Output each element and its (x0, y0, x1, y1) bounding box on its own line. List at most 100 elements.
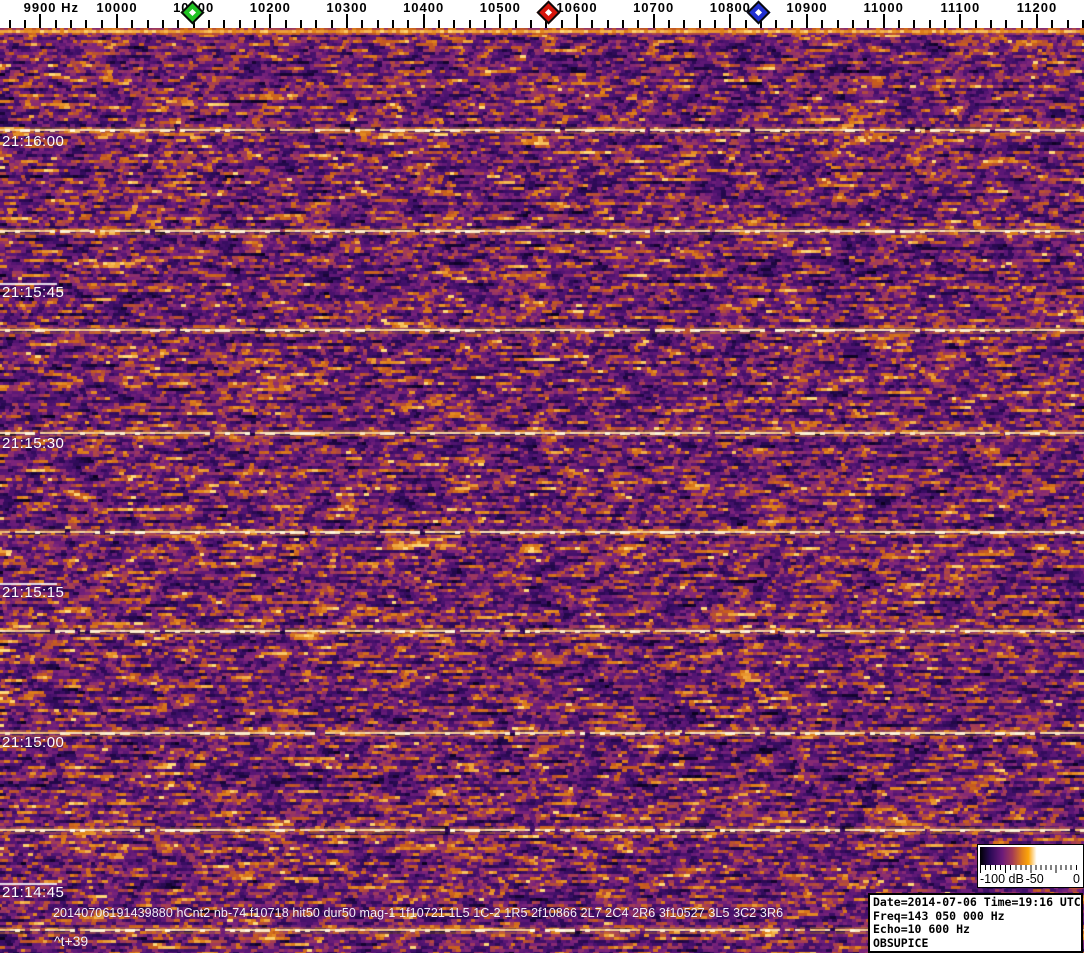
freq-minor-tick (606, 20, 609, 28)
freq-minor-tick (85, 20, 88, 28)
freq-major-tick (576, 14, 578, 28)
freq-minor-tick (254, 20, 256, 28)
freq-label: 9900 Hz (23, 0, 80, 15)
spectrogram-window: 21:16:00 21:15:45 21:15:30 21:15:15 21:15:00… (0, 0, 1084, 953)
colorbar-label-max: 0 (1073, 872, 1080, 886)
colorbar-gradient (980, 847, 1081, 865)
time-label: 21:15:30 (2, 435, 65, 452)
freq-minor-tick (208, 20, 210, 28)
freq-label: 10000 (96, 0, 138, 15)
time-label: 21:15:45 (2, 284, 65, 301)
detection-annotation: 20140706191439880 hCnt2 nb-74 f10718 hit… (53, 906, 784, 920)
freq-minor-tick (131, 20, 134, 28)
freq-major-tick (959, 14, 962, 28)
freq-minor-tick (315, 20, 318, 28)
freq-minor-tick (560, 20, 563, 28)
freq-major-tick (1036, 14, 1038, 28)
freq-major-tick (422, 14, 425, 28)
spectrogram-waterfall-canvas (0, 28, 1084, 953)
freq-major-tick (269, 14, 272, 28)
freq-minor-tick (974, 20, 977, 28)
info-freq-line: Freq=143 050 000 Hz (873, 908, 1005, 923)
freq-major-tick (346, 14, 348, 28)
freq-minor-tick (591, 20, 594, 28)
frequency-axis: 9900 Hz100001010010200103001040010500106… (0, 0, 1084, 28)
freq-label: 10600 (556, 0, 598, 15)
colorbar-label-mid: -50 (1025, 872, 1044, 886)
observation-info-box: Date=2014-07-06 Time=19:16 UTC Freq=143 … (868, 893, 1083, 953)
freq-minor-tick (146, 20, 149, 28)
freq-minor-tick (990, 20, 992, 28)
freq-minor-tick (852, 20, 854, 28)
freq-minor-tick (376, 20, 379, 28)
freq-major-tick (882, 14, 885, 28)
freq-label: 10900 (786, 0, 828, 15)
info-echo-line: Echo=10 600 Hz (873, 922, 970, 936)
freq-major-tick (652, 14, 655, 28)
freq-minor-tick (361, 20, 364, 28)
freq-minor-tick (223, 20, 226, 28)
corner-note: ^t+39 (54, 933, 89, 949)
freq-minor-tick (484, 20, 486, 28)
freq-minor-tick (668, 20, 670, 28)
freq-label: 11100 (940, 0, 981, 15)
freq-major-tick (729, 14, 732, 28)
marker-center-dot (544, 8, 553, 17)
freq-minor-tick (453, 20, 456, 28)
freq-minor-tick (392, 20, 394, 28)
freq-minor-tick (530, 20, 532, 28)
freq-minor-tick (1051, 20, 1054, 28)
freq-minor-tick (836, 20, 839, 28)
freq-minor-tick (438, 20, 440, 28)
freq-major-tick (116, 14, 118, 28)
freq-minor-tick (944, 20, 946, 28)
freq-minor-tick (622, 20, 624, 28)
freq-minor-tick (928, 20, 931, 28)
freq-minor-tick (1005, 20, 1008, 28)
freq-minor-tick (775, 20, 778, 28)
colorbar: -100 dB -50 0 (977, 844, 1084, 888)
freq-label: 10500 (479, 0, 521, 15)
info-date-line: Date=2014-07-06 Time=19:16 UTC (873, 895, 1081, 909)
freq-minor-tick (744, 20, 747, 28)
freq-minor-tick (54, 20, 57, 28)
marker-center-dot (188, 8, 197, 17)
freq-label: 11000 (863, 0, 904, 15)
time-label: 21:16:00 (2, 133, 65, 150)
freq-minor-tick (100, 20, 103, 28)
freq-minor-tick (867, 20, 870, 28)
time-label: 21:15:15 (2, 584, 65, 601)
freq-major-tick (39, 14, 42, 28)
colorbar-label-min: -100 dB (980, 872, 1024, 886)
freq-label: 10200 (249, 0, 291, 15)
colorbar-labels: -100 dB -50 0 (978, 872, 1083, 886)
freq-minor-tick (1020, 20, 1023, 28)
freq-minor-tick (898, 20, 900, 28)
freq-major-tick (499, 14, 502, 28)
freq-minor-tick (683, 20, 686, 28)
marker-center-dot (754, 8, 763, 17)
freq-label: 10300 (326, 0, 368, 15)
freq-minor-tick (698, 20, 701, 28)
freq-minor-tick (468, 20, 471, 28)
freq-minor-tick (23, 20, 26, 28)
freq-minor-tick (330, 20, 333, 28)
freq-minor-tick (300, 20, 302, 28)
time-label: 21:15:00 (2, 734, 65, 751)
freq-major-tick (806, 14, 808, 28)
freq-label: 11200 (1016, 0, 1058, 15)
info-station-line: OBSUPICE (873, 935, 929, 950)
freq-minor-tick (177, 20, 180, 28)
freq-minor-tick (790, 20, 793, 28)
freq-minor-tick (8, 20, 11, 28)
freq-minor-tick (514, 20, 517, 28)
freq-minor-tick (821, 20, 824, 28)
freq-minor-tick (1066, 20, 1069, 28)
freq-minor-tick (407, 20, 410, 28)
freq-minor-tick (284, 20, 287, 28)
time-label: 21:14:45 (2, 884, 65, 901)
freq-label: 10400 (403, 0, 445, 15)
freq-minor-tick (714, 20, 716, 28)
freq-minor-tick (162, 20, 164, 28)
freq-minor-tick (69, 20, 72, 28)
